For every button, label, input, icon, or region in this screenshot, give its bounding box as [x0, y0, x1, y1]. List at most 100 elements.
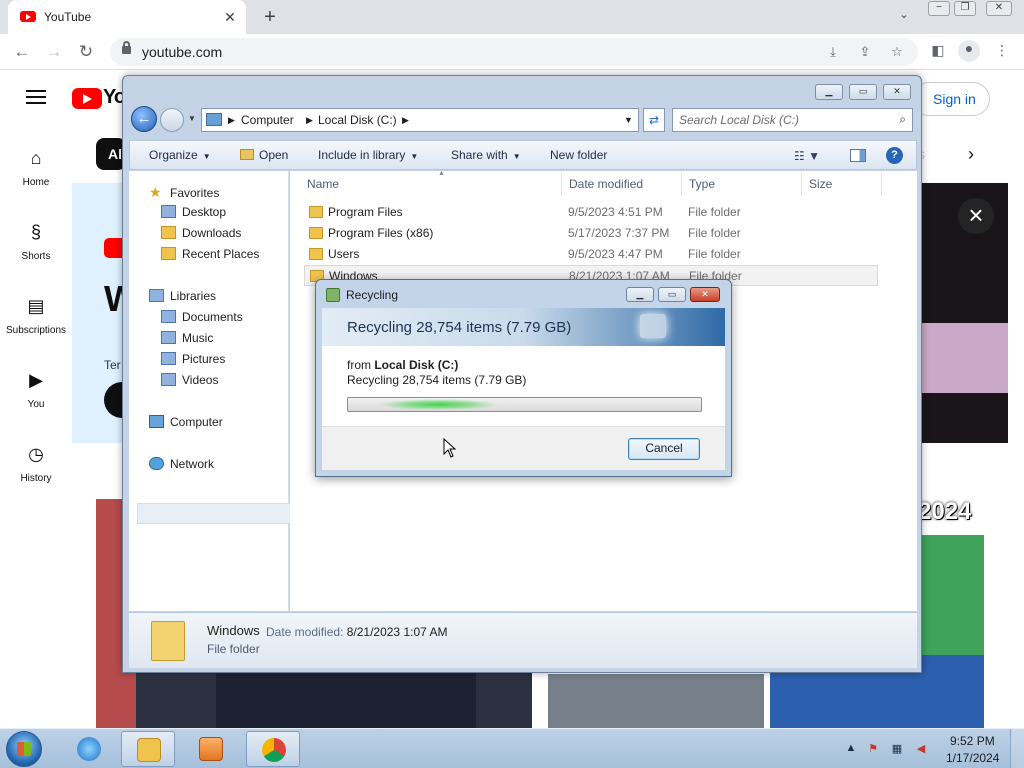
forward-arrow-icon[interactable]: → — [42, 41, 66, 63]
taskbar-explorer[interactable] — [121, 731, 175, 767]
forward-arrow-icon[interactable] — [160, 108, 184, 132]
new-tab-button[interactable]: + — [258, 6, 282, 30]
side-panel-icon[interactable]: ◧ — [928, 42, 948, 62]
breadcrumb-computer[interactable]: Computer — [241, 113, 294, 127]
close-icon[interactable]: × — [958, 198, 994, 234]
search-icon[interactable]: ⌕ — [899, 112, 906, 127]
change-view-icon[interactable]: ☷ ▼ — [794, 149, 820, 163]
cancel-button[interactable]: Cancel — [628, 438, 700, 460]
file-type: File folder — [688, 226, 741, 240]
address-bar[interactable]: youtube.com ⤓ ⇪ ☆ — [110, 38, 918, 66]
breadcrumb-separator-icon[interactable]: ▶ — [306, 115, 313, 126]
breadcrumb-local-disk[interactable]: Local Disk (C:) — [318, 113, 397, 127]
breadcrumb-separator-icon[interactable]: ▶ — [402, 115, 409, 126]
volume-muted-icon[interactable]: ◀ — [914, 742, 928, 755]
browser-close-button[interactable]: ✕ — [986, 1, 1012, 16]
clock-date[interactable]: 1/17/2024 — [946, 751, 999, 765]
help-icon[interactable]: ? — [886, 147, 903, 164]
navigation-pane: ★ Favorites Desktop Downloads Recent Plac… — [129, 171, 293, 611]
sidebar-item-subscriptions[interactable]: ▤ Subscriptions — [0, 296, 72, 336]
network-tray-icon[interactable]: ▦ — [890, 742, 904, 755]
tab-search-chevron-icon[interactable]: ⌄ — [894, 8, 914, 28]
chrome-menu-icon[interactable]: ⋮ — [992, 42, 1012, 62]
nav-item-music[interactable]: Music — [161, 331, 213, 345]
explorer-minimize-button[interactable]: ▁ — [815, 84, 843, 100]
organize-button[interactable]: Organize ▼ — [149, 148, 211, 162]
file-row[interactable]: Program Files 9/5/2023 4:51 PM File fold… — [304, 202, 878, 223]
address-dropdown-icon[interactable]: ▼ — [624, 115, 633, 125]
search-input[interactable] — [679, 112, 889, 128]
browser-minimize-button[interactable]: − — [928, 1, 950, 16]
nav-item-documents[interactable]: Documents — [161, 310, 243, 324]
url-text[interactable]: youtube.com — [142, 44, 222, 60]
preview-pane-icon[interactable] — [850, 149, 866, 162]
share-icon[interactable]: ⇪ — [856, 44, 874, 62]
explorer-search-box[interactable]: ⌕ — [672, 108, 913, 132]
explorer-maximize-button[interactable]: ▭ — [849, 84, 877, 100]
column-header-date-modified[interactable]: Date modified — [562, 171, 682, 196]
include-in-library-button[interactable]: Include in library ▼ — [318, 148, 418, 162]
sidebar-item-you[interactable]: ▶ You — [0, 370, 72, 410]
nav-item-computer[interactable]: Computer — [149, 415, 223, 429]
column-header-size[interactable]: Size — [802, 171, 882, 196]
browser-restore-button[interactable]: ❐ — [954, 1, 976, 16]
tab-close-icon[interactable]: ✕ — [220, 7, 240, 27]
file-name: Users — [328, 247, 360, 261]
back-arrow-icon[interactable]: ← — [10, 41, 34, 63]
tab-title: YouTube — [44, 10, 92, 24]
install-app-icon[interactable]: ⤓ — [824, 44, 842, 62]
nav-item-desktop[interactable]: Desktop — [161, 205, 226, 219]
recycle-icon — [326, 288, 340, 302]
column-header-name[interactable]: Name ▲ — [300, 170, 562, 196]
nav-item-libraries[interactable]: Libraries — [149, 289, 216, 303]
sidebar-item-shorts[interactable]: § Shorts — [0, 222, 72, 262]
nav-item-favorites[interactable]: ★ Favorites — [149, 184, 219, 201]
show-desktop-button[interactable] — [1010, 729, 1024, 768]
dialog-maximize-button[interactable]: ▭ — [658, 287, 686, 302]
taskbar-media-player[interactable] — [184, 731, 238, 767]
share-with-button[interactable]: Share with ▼ — [451, 148, 521, 162]
breadcrumb-separator-icon[interactable]: ▶ — [228, 115, 235, 126]
dialog-close-button[interactable]: ✕ — [690, 287, 720, 302]
hamburger-menu-icon[interactable] — [26, 90, 46, 104]
start-button-icon[interactable] — [6, 731, 42, 767]
youtube-logo-icon[interactable] — [72, 88, 102, 109]
explorer-address-bar[interactable]: ▶ Computer ▶ Local Disk (C:) ▶ ▼ — [201, 108, 639, 132]
nav-item-pictures[interactable]: Pictures — [161, 352, 225, 366]
thumbnail-text: 2024 — [918, 498, 972, 525]
sidebar-item-home[interactable]: ⌂ Home — [0, 148, 72, 188]
file-row[interactable]: Program Files (x86) 5/17/2023 7:37 PM Fi… — [304, 223, 878, 244]
nav-item-downloads[interactable]: Downloads — [161, 226, 241, 240]
back-arrow-icon[interactable]: ← — [131, 106, 157, 132]
sign-in-button[interactable]: Sign in — [912, 82, 990, 116]
open-button[interactable]: Open — [240, 148, 288, 162]
clock-time[interactable]: 9:52 PM — [950, 734, 995, 748]
dialog-minimize-button[interactable]: ▁ — [626, 287, 654, 302]
nav-item-recent-places[interactable]: Recent Places — [161, 247, 259, 261]
organize-label: Organize — [149, 148, 198, 162]
nav-item-videos[interactable]: Videos — [161, 373, 218, 387]
recycling-dialog: Recycling ▁ ▭ ✕ Recycling 28,754 items (… — [315, 279, 732, 477]
bookmark-star-icon[interactable]: ☆ — [888, 44, 906, 62]
show-hidden-icons-icon[interactable]: ▲ — [844, 742, 858, 755]
reload-icon[interactable]: ↻ — [74, 41, 98, 63]
recent-pages-dropdown-icon[interactable]: ▼ — [188, 114, 196, 123]
sidebar-item-history[interactable]: ◷ History — [0, 444, 72, 484]
lock-icon[interactable] — [122, 41, 131, 54]
column-header-type[interactable]: Type — [682, 171, 802, 196]
profile-avatar-icon[interactable]: ● — [958, 40, 980, 62]
explorer-close-button[interactable]: ✕ — [883, 84, 911, 100]
new-folder-button[interactable]: New folder — [550, 148, 607, 162]
status-text: Recycling 28,754 items (7.79 GB) — [347, 373, 527, 387]
chevron-right-icon[interactable]: › — [968, 144, 974, 165]
taskbar-chrome[interactable] — [246, 731, 300, 767]
taskbar-internet-explorer[interactable] — [62, 731, 116, 767]
video-thumbnail[interactable] — [548, 674, 764, 728]
action-center-icon[interactable]: ⚑ — [866, 742, 880, 755]
refresh-icon[interactable]: ⇄ — [643, 108, 665, 132]
desktop-icon — [161, 205, 176, 218]
file-row[interactable]: Users 9/5/2023 4:47 PM File folder — [304, 244, 878, 265]
nav-item-network[interactable]: Network — [149, 457, 214, 471]
tab-youtube[interactable]: YouTube ✕ — [8, 0, 246, 34]
documents-icon — [161, 310, 176, 323]
